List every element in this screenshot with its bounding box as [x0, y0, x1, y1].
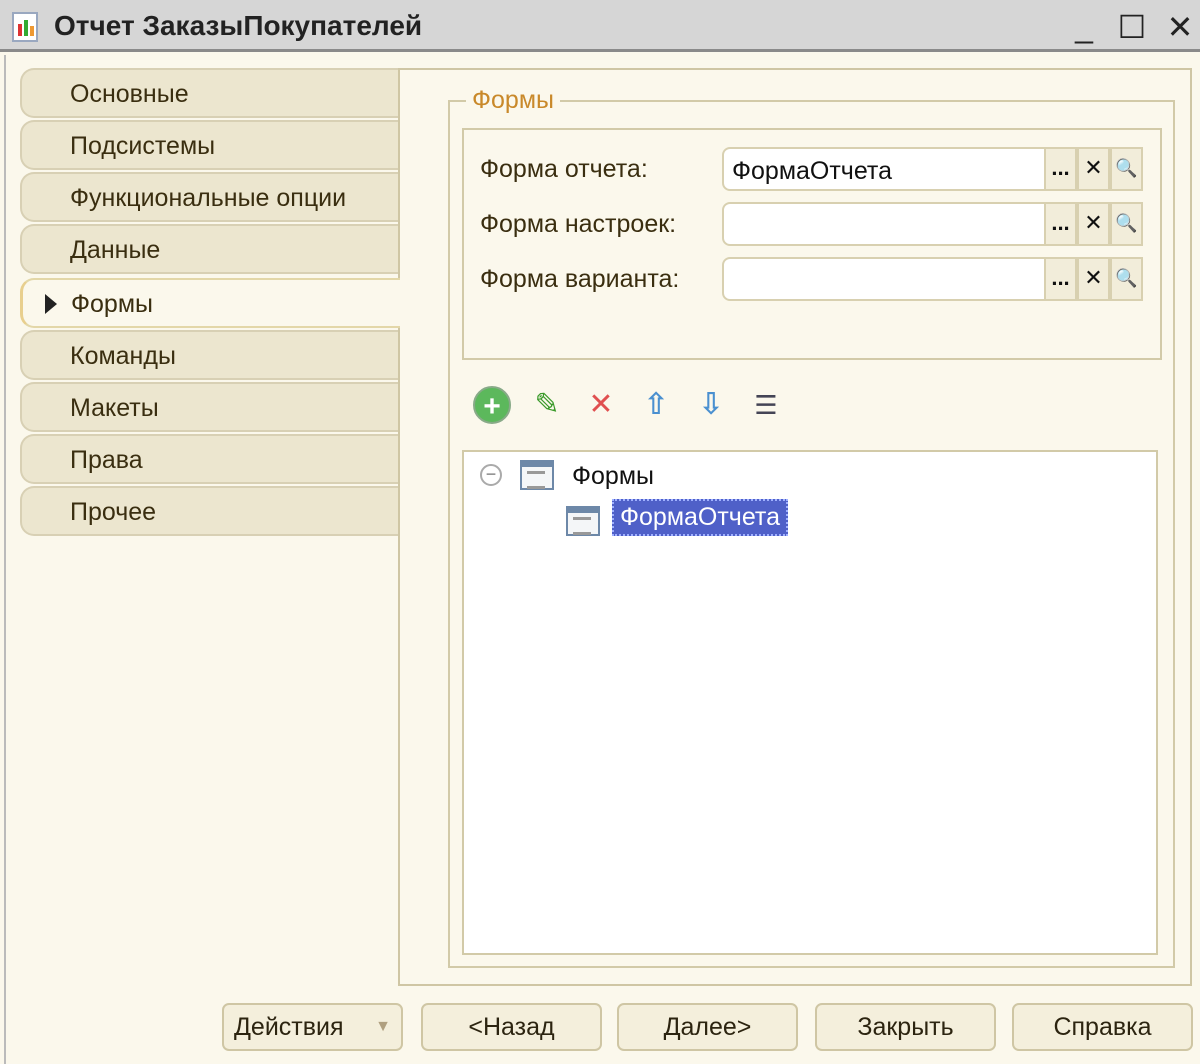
form-folder-icon [520, 460, 554, 490]
clear-button[interactable]: ✕ [1077, 147, 1110, 191]
tab-label: Формы [71, 290, 153, 318]
tab-label: Подсистемы [70, 132, 216, 160]
report-form-input[interactable]: ФормаОтчета [722, 147, 1046, 191]
tab-label: Основные [70, 80, 189, 108]
report-form-label: Форма отчета: [480, 155, 648, 183]
maximize-button[interactable]: ☐ [1114, 8, 1150, 46]
report-app-icon [12, 12, 38, 42]
tab-formy[interactable]: Формы [20, 278, 400, 328]
minimize-button[interactable]: _ [1066, 8, 1102, 45]
actions-dropdown-button[interactable]: Действия ▼ [222, 1003, 403, 1051]
edit-pencil-icon[interactable]: ✎ [528, 386, 566, 424]
add-icon[interactable]: + [473, 386, 511, 424]
back-button[interactable]: <Назад [421, 1003, 602, 1051]
window-title: Отчет ЗаказыПокупателей [54, 10, 423, 41]
tab-podsistemy[interactable]: Подсистемы [20, 120, 398, 170]
form-icon [566, 506, 600, 536]
title-bar: Отчет ЗаказыПокупателей _ ☐ ✕ [0, 0, 1200, 52]
select-button[interactable]: ... [1044, 202, 1077, 246]
tab-prochee[interactable]: Прочее [20, 486, 398, 536]
variant-form-input[interactable] [722, 257, 1046, 301]
tab-osnovnye[interactable]: Основные [20, 68, 398, 118]
tab-functional-options[interactable]: Функциональные опции [20, 172, 398, 222]
next-button[interactable]: Далее> [617, 1003, 798, 1051]
chevron-down-icon: ▼ [375, 1018, 391, 1035]
active-tab-arrow-icon [45, 294, 57, 314]
tab-label: Функциональные опции [70, 184, 347, 212]
actions-label: Действия [234, 1013, 344, 1041]
tab-label: Права [70, 446, 143, 474]
settings-form-label: Форма настроек: [480, 210, 677, 238]
tab-prava[interactable]: Права [20, 434, 398, 484]
move-down-icon[interactable]: ⇩ [692, 386, 730, 424]
divider [398, 330, 400, 986]
tab-makety[interactable]: Макеты [20, 382, 398, 432]
clear-button[interactable]: ✕ [1077, 202, 1110, 246]
sort-list-icon[interactable]: ☰ [747, 386, 785, 424]
open-search-icon[interactable]: 🔍 [1110, 147, 1143, 191]
tab-komandy[interactable]: Команды [20, 330, 398, 380]
close-window-button[interactable]: ✕ [1162, 8, 1198, 46]
variant-form-label: Форма варианта: [480, 265, 680, 293]
select-button[interactable]: ... [1044, 147, 1077, 191]
select-button[interactable]: ... [1044, 257, 1077, 301]
delete-icon[interactable]: ✕ [582, 386, 620, 424]
open-search-icon[interactable]: 🔍 [1110, 257, 1143, 301]
tab-label: Данные [70, 236, 161, 264]
clear-button[interactable]: ✕ [1077, 257, 1110, 301]
tab-label: Прочее [70, 498, 157, 526]
tab-dannye[interactable]: Данные [20, 224, 398, 274]
help-button[interactable]: Справка [1012, 1003, 1193, 1051]
tab-label: Команды [70, 342, 176, 370]
tree-item-selected[interactable]: ФормаОтчета [612, 499, 788, 536]
move-up-icon[interactable]: ⇧ [637, 386, 675, 424]
collapse-icon[interactable]: − [480, 464, 502, 486]
tree-root-item[interactable]: Формы [572, 462, 654, 491]
settings-form-input[interactable] [722, 202, 1046, 246]
close-button[interactable]: Закрыть [815, 1003, 996, 1051]
open-search-icon[interactable]: 🔍 [1110, 202, 1143, 246]
group-title: Формы [466, 86, 560, 115]
tab-label: Макеты [70, 394, 159, 422]
